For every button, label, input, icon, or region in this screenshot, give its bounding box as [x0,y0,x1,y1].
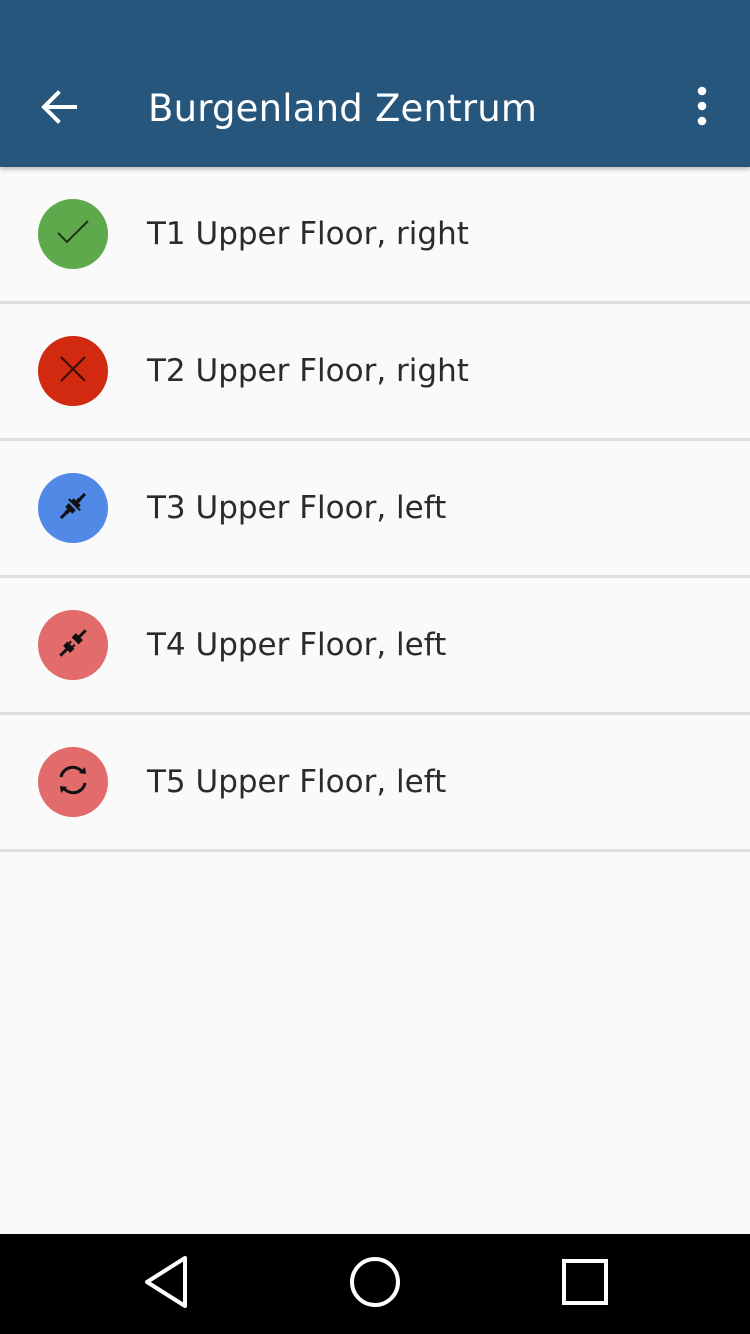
nav-recents-icon [560,1257,610,1311]
nav-back-button[interactable] [121,1249,211,1319]
nav-home-icon [348,1255,402,1313]
overflow-menu-button[interactable] [670,76,734,140]
list-item[interactable]: T1 Upper Floor, right [0,167,750,304]
list-item[interactable]: T3 Upper Floor, left [0,441,750,578]
list-item-label: T3 Upper Floor, left [147,490,447,526]
page-title: Burgenland Zentrum [148,87,538,130]
list-item-label: T4 Upper Floor, left [147,627,447,663]
status-ok-indicator [38,199,108,269]
more-vert-icon [696,86,708,130]
app-bar: Burgenland Zentrum [0,0,750,167]
nav-home-button[interactable] [330,1249,420,1319]
status-disconnected-indicator [38,610,108,680]
nav-back-icon [141,1254,191,1314]
list-item-label: T2 Upper Floor, right [147,353,469,389]
app-screen: Burgenland Zentrum T1 Upper Floor, right… [0,0,750,1334]
arrow-back-icon [39,87,79,131]
status-error-indicator [38,336,108,406]
list-item[interactable]: T2 Upper Floor, right [0,304,750,441]
plug-icon [54,487,92,529]
nav-recents-button[interactable] [540,1249,630,1319]
terminal-list: T1 Upper Floor, right T2 Upper Floor, ri… [0,167,750,852]
status-connected-indicator [38,473,108,543]
status-syncing-indicator [38,747,108,817]
list-item[interactable]: T5 Upper Floor, left [0,715,750,852]
check-icon [55,214,91,254]
list-item-label: T5 Upper Floor, left [147,764,447,800]
system-nav-bar [0,1234,750,1334]
sync-icon [54,761,92,803]
list-item[interactable]: T4 Upper Floor, left [0,578,750,715]
list-item-label: T1 Upper Floor, right [147,216,469,252]
back-button[interactable] [22,72,96,146]
plug-icon [53,623,93,667]
close-icon [57,353,89,389]
